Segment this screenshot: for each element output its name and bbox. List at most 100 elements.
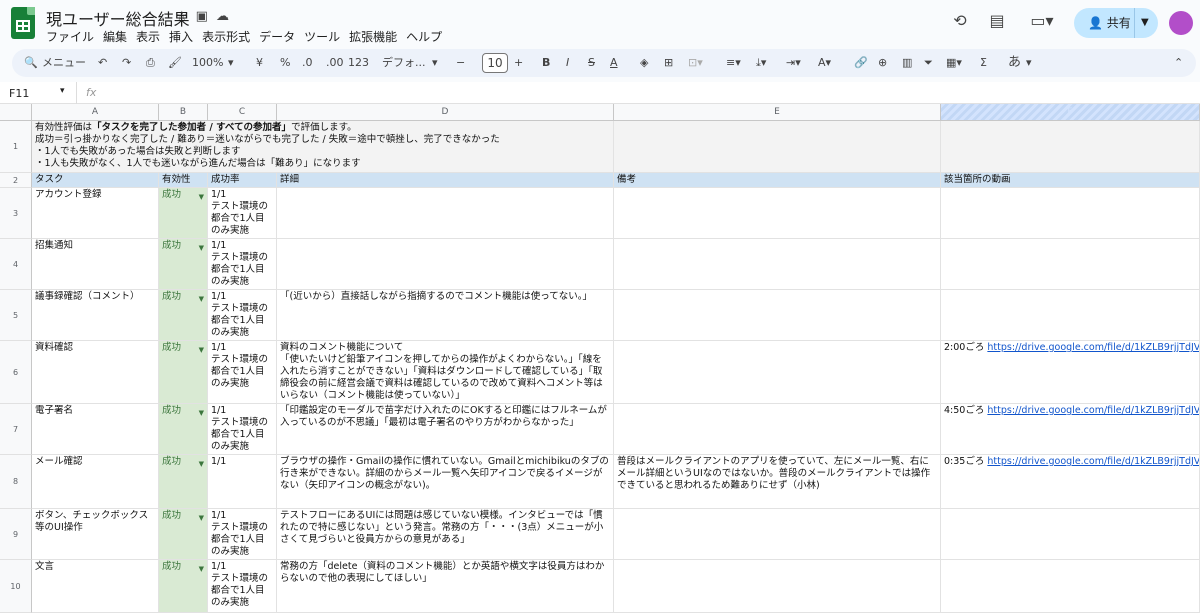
menu-extensions[interactable]: 拡張機能 [349, 30, 397, 44]
header-detail[interactable]: 詳細 [277, 173, 614, 188]
column-header-f[interactable]: F [941, 104, 1200, 121]
font-size-increase-button[interactable]: + [514, 55, 523, 71]
chevron-down-icon[interactable]: ▼ [199, 458, 204, 470]
functions-button[interactable]: Σ [980, 55, 987, 71]
menu-data[interactable]: データ [259, 30, 295, 44]
merge-cells-icon[interactable]: ⊡▾ [688, 55, 703, 71]
text-wrap-icon[interactable]: ⇥▾ [786, 55, 801, 71]
comments-icon[interactable]: ▤ [988, 12, 1006, 30]
detail-cell[interactable]: 常務の方「delete（資料のコメント機能）とか英語や横文字は役員方はわからない… [277, 560, 614, 613]
row-header[interactable]: 7 [0, 404, 32, 455]
remarks-cell[interactable] [614, 239, 941, 290]
menu-insert[interactable]: 挿入 [169, 30, 193, 44]
remarks-cell[interactable] [614, 341, 941, 404]
rate-cell[interactable]: 1/1 テスト環境の都合で1人目のみ実施 [208, 341, 277, 404]
detail-cell[interactable]: 資料のコメント機能について 「使いたいけど鉛筆アイコンを押してからの操作がよくわ… [277, 341, 614, 404]
rate-cell[interactable]: 1/1 テスト環境の都合で1人目のみ実施 [208, 404, 277, 455]
font-size-decrease-button[interactable]: − [456, 55, 465, 71]
borders-icon[interactable]: ⊞ [664, 55, 673, 71]
align-horizontal-icon[interactable]: ≡▾ [726, 55, 741, 71]
chevron-down-icon[interactable]: ▼ [199, 191, 204, 203]
chevron-down-icon[interactable]: ▾ [1026, 55, 1032, 71]
menu-help[interactable]: ヘルプ [406, 30, 442, 44]
empty-cell[interactable] [614, 121, 941, 173]
share-dropdown-icon[interactable]: ▼ [1141, 8, 1149, 38]
video-link[interactable]: https://drive.google.com/file/d/1kZLB9rj… [987, 405, 1199, 416]
video-cell[interactable] [941, 509, 1200, 560]
remarks-cell[interactable]: 普段はメールクライアントのアプリを使っていて、左にメール一覧、右にメール詳細とい… [614, 455, 941, 509]
menu-file[interactable]: ファイル [46, 30, 94, 44]
menu-edit[interactable]: 編集 [103, 30, 127, 44]
chevron-down-icon[interactable]: ▾ [60, 86, 65, 96]
chevron-down-icon[interactable]: ▾ [228, 55, 234, 71]
status-dropdown[interactable]: 成功 ▼ [159, 290, 208, 341]
row-header[interactable]: 3 [0, 188, 32, 239]
column-header-c[interactable]: C [208, 104, 277, 121]
select-all-corner[interactable] [0, 104, 32, 121]
evaluation-note-cell[interactable]: 有効性評価は「タスクを完了した参加者 / すべての参加者」で評価します。 成功＝… [32, 121, 614, 173]
increase-decimal-button[interactable]: .00 [326, 55, 344, 71]
row-header[interactable]: 9 [0, 509, 32, 560]
cloud-status-icon[interactable]: ☁ [216, 9, 237, 24]
rate-cell[interactable]: 1/1 テスト環境の都合で1人目のみ実施 [208, 509, 277, 560]
row-header[interactable]: 6 [0, 341, 32, 404]
column-header-d[interactable]: D [277, 104, 614, 121]
remarks-cell[interactable] [614, 290, 941, 341]
status-dropdown[interactable]: 成功 ▼ [159, 404, 208, 455]
chevron-down-icon[interactable]: ▾ [432, 55, 438, 71]
rate-cell[interactable]: 1/1 テスト環境の都合で1人目のみ実施 [208, 188, 277, 239]
task-cell[interactable]: 文言 [32, 560, 159, 613]
video-cell[interactable] [941, 290, 1200, 341]
video-cell[interactable]: 4:50ごろ https://drive.google.com/file/d/1… [941, 404, 1200, 455]
print-icon[interactable]: ⎙ [146, 55, 155, 71]
paint-format-icon[interactable]: 🖌 [168, 55, 182, 71]
task-cell[interactable]: 電子署名 [32, 404, 159, 455]
header-success-rate[interactable]: 成功率 [208, 173, 277, 188]
column-header-e[interactable]: E [614, 104, 941, 121]
name-box[interactable]: F11 [9, 87, 29, 100]
header-remarks[interactable]: 備考 [614, 173, 941, 188]
redo-icon[interactable]: ↷ [122, 55, 131, 71]
filter-icon[interactable]: ⏷ [924, 55, 933, 71]
fill-color-icon[interactable]: ◈ [640, 55, 648, 71]
rate-cell[interactable]: 1/1 テスト環境の都合で1人目のみ実施 [208, 560, 277, 613]
chevron-down-icon[interactable]: ▼ [199, 293, 204, 305]
insert-comment-icon[interactable]: ⊕ [878, 55, 887, 71]
column-header-a[interactable]: A [32, 104, 159, 121]
detail-cell[interactable]: 「(近いから）直接話しながら指摘するのでコメント機能は使ってない。」 [277, 290, 614, 341]
empty-cell[interactable] [941, 121, 1200, 173]
bold-button[interactable]: B [542, 55, 550, 71]
status-dropdown[interactable]: 成功 ▼ [159, 455, 208, 509]
task-cell[interactable]: 資料確認 [32, 341, 159, 404]
task-cell[interactable]: メール確認 [32, 455, 159, 509]
menu-tools[interactable]: ツール [304, 30, 340, 44]
detail-cell[interactable]: テストフローにあるUIには問題は感じていない模様。インタビューでは「慣れたので特… [277, 509, 614, 560]
decrease-decimal-button[interactable]: .0 [302, 55, 313, 71]
chevron-down-icon[interactable]: ▼ [199, 512, 204, 524]
remarks-cell[interactable] [614, 560, 941, 613]
header-task[interactable]: タスク [32, 173, 159, 188]
text-rotate-icon[interactable]: A▾ [818, 55, 831, 71]
rate-cell[interactable]: 1/1 テスト環境の都合で1人目のみ実施 [208, 239, 277, 290]
status-dropdown[interactable]: 成功 ▼ [159, 509, 208, 560]
video-cell[interactable] [941, 560, 1200, 613]
task-cell[interactable]: アカウント登録 [32, 188, 159, 239]
column-header-b[interactable]: B [159, 104, 208, 121]
spreadsheet-grid[interactable]: A B C D E F 1 2 3 4 5 6 7 8 9 10 有効性評価は「… [0, 104, 1200, 613]
menu-format[interactable]: 表示形式 [202, 30, 250, 44]
row-header[interactable]: 2 [0, 173, 32, 188]
header-video[interactable]: 該当箇所の動画 [941, 173, 1200, 188]
insert-chart-icon[interactable]: ▥ [902, 55, 912, 71]
currency-button[interactable]: ¥ [256, 55, 263, 71]
header-effectiveness[interactable]: 有効性 [159, 173, 208, 188]
rate-cell[interactable]: 1/1 テスト環境の都合で1人目のみ実施 [208, 290, 277, 341]
filter-views-icon[interactable]: ▦▾ [946, 55, 962, 71]
chevron-down-icon[interactable]: ▼ [199, 242, 204, 254]
status-dropdown[interactable]: 成功 ▼ [159, 239, 208, 290]
document-title[interactable]: 現ユーザー総合結果 [46, 6, 190, 30]
link-icon[interactable]: 🔗 [854, 55, 868, 71]
detail-cell[interactable]: 「印鑑設定のモーダルで苗字だけ入れたのにOKすると印鑑にはフルネームが入っている… [277, 404, 614, 455]
row-header[interactable]: 1 [0, 121, 32, 173]
chevron-down-icon[interactable]: ▼ [199, 344, 204, 356]
move-folder-icon[interactable]: ▣ [196, 9, 216, 24]
